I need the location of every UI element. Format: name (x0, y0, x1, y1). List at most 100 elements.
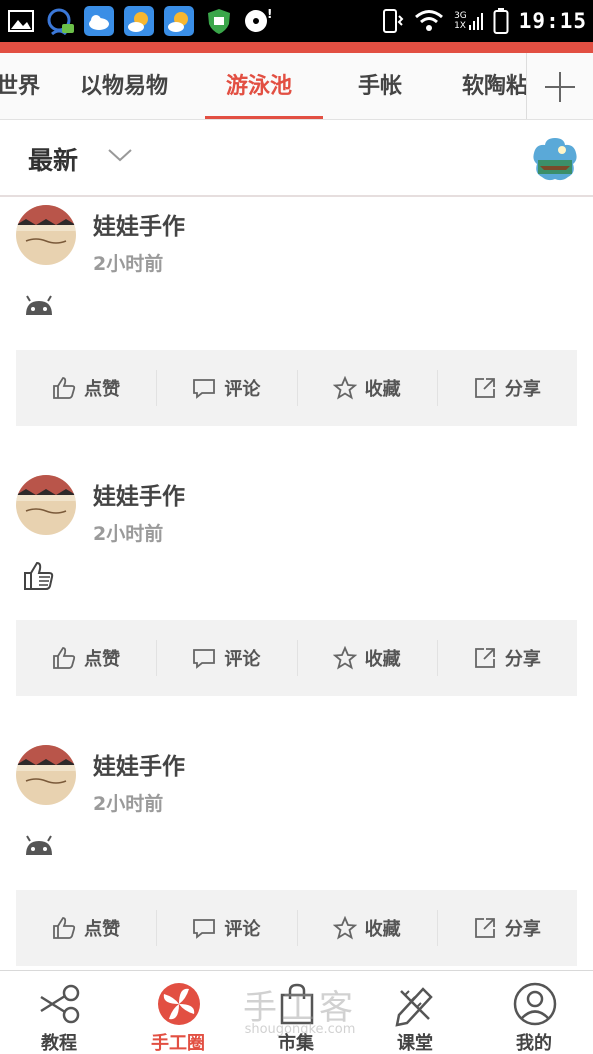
status-indicators: 3G 1X 19:15 (380, 0, 587, 42)
header-accent-bar (0, 42, 593, 53)
like-label: 点赞 (84, 379, 121, 400)
share-icon (474, 648, 495, 668)
network-3g-label: 3G (454, 11, 467, 21)
user-icon (513, 982, 557, 1026)
like-button[interactable]: 点赞 (16, 890, 156, 966)
author-avatar[interactable] (16, 475, 76, 535)
share-icon (474, 918, 495, 938)
share-label: 分享 (504, 919, 541, 940)
nav-craft-circle-label: 手工圈 (151, 1033, 205, 1054)
favorite-label: 收藏 (364, 649, 401, 670)
wifi-icon (415, 10, 444, 31)
author-name[interactable]: 娃娃手作 (93, 747, 185, 781)
author-name[interactable]: 娃娃手作 (93, 207, 185, 241)
vibrate-icon (383, 9, 404, 33)
media-disc-icon: ! (242, 6, 272, 36)
comment-button[interactable]: 评论 (156, 890, 296, 966)
gallery-icon (6, 6, 36, 36)
share-button[interactable]: 分享 (436, 890, 577, 966)
sort-dropdown-label[interactable]: 最新 (28, 141, 78, 177)
post-card: 娃娃手作 2小时前 点赞 评论 收藏 分享 (0, 197, 593, 447)
post-action-bar: 点赞 评论 收藏 分享 (16, 890, 577, 966)
nav-profile-label: 我的 (516, 1033, 552, 1054)
weather-app-icon (84, 6, 114, 36)
nav-classroom-label: 课堂 (397, 1033, 433, 1054)
comment-button[interactable]: 评论 (156, 350, 296, 426)
tab-journal[interactable]: 手帐 (358, 53, 402, 119)
active-tab-indicator (205, 116, 323, 119)
current-user-avatar[interactable] (532, 136, 578, 186)
comment-label: 评论 (224, 379, 261, 400)
share-button[interactable]: 分享 (436, 350, 577, 426)
share-button[interactable]: 分享 (436, 620, 577, 696)
svg-text:!: ! (267, 7, 272, 21)
android-emoji-icon (22, 835, 56, 863)
nav-market[interactable]: 市集 (251, 971, 341, 1054)
post-time: 2小时前 (93, 523, 164, 545)
nav-tutorials[interactable]: 教程 (14, 971, 104, 1054)
favorite-label: 收藏 (364, 379, 401, 400)
category-tabs: 世界 以物易物 游泳池 手帐 软陶粘 (0, 53, 593, 120)
thumbs-up-icon (53, 377, 76, 399)
battery-icon (493, 8, 509, 34)
post-action-bar: 点赞 评论 收藏 分享 (16, 350, 577, 426)
android-emoji-icon (22, 295, 56, 323)
like-label: 点赞 (84, 649, 121, 670)
tab-polymer-clay[interactable]: 软陶粘 (462, 53, 528, 119)
favorite-button[interactable]: 收藏 (296, 620, 437, 696)
author-avatar[interactable] (16, 745, 76, 805)
favorite-button[interactable]: 收藏 (296, 890, 437, 966)
author-name[interactable]: 娃娃手作 (93, 477, 185, 511)
sort-filter-bar: 最新 (0, 121, 593, 197)
star-icon (332, 646, 357, 670)
security-shield-icon (204, 6, 234, 36)
nav-profile[interactable]: 我的 (489, 971, 579, 1054)
nav-craft-circle[interactable]: 手工圈 (133, 971, 223, 1054)
like-label: 点赞 (84, 919, 121, 940)
nav-tutorials-label: 教程 (41, 1033, 77, 1054)
network-1x-label: 1X (454, 21, 466, 31)
thumbs-up-icon (53, 917, 76, 939)
thumbs-up-icon (53, 647, 76, 669)
add-category-button[interactable] (526, 53, 593, 119)
network-indicator: 3G 1X (454, 11, 483, 31)
comment-label: 评论 (224, 649, 261, 670)
comment-icon (193, 649, 216, 669)
like-button[interactable]: 点赞 (16, 620, 156, 696)
nav-market-label: 市集 (278, 1033, 314, 1054)
tab-world[interactable]: 世界 (0, 53, 40, 119)
comment-icon (193, 919, 216, 939)
tab-swimming-pool[interactable]: 游泳池 (226, 53, 292, 119)
clock: 19:15 (518, 9, 587, 33)
nav-classroom[interactable]: 课堂 (370, 971, 460, 1054)
weather-sun-icon (124, 6, 154, 36)
post-action-bar: 点赞 评论 收藏 分享 (16, 620, 577, 696)
thumbs-up-emoji-icon (22, 561, 56, 595)
signal-icon (468, 13, 483, 30)
star-icon (332, 376, 357, 400)
assistant-app-icon (44, 6, 74, 36)
comment-label: 评论 (224, 919, 261, 940)
author-avatar[interactable] (16, 205, 76, 265)
post-time: 2小时前 (93, 793, 164, 815)
chevron-down-icon[interactable] (107, 147, 133, 163)
plus-icon (545, 71, 575, 102)
status-bar: ! 3G 1X 19:15 (0, 0, 593, 42)
favorite-label: 收藏 (364, 919, 401, 940)
pinwheel-icon (158, 983, 200, 1025)
pencil-ruler-icon (395, 987, 433, 1027)
share-label: 分享 (504, 649, 541, 670)
favorite-button[interactable]: 收藏 (296, 350, 437, 426)
tab-barter[interactable]: 以物易物 (80, 53, 168, 119)
shopping-bag-icon (280, 983, 314, 1025)
scissors-icon (40, 984, 80, 1024)
comment-icon (193, 379, 216, 399)
post-time: 2小时前 (93, 253, 164, 275)
share-icon (474, 378, 495, 398)
post-card: 娃娃手作 2小时前 点赞 评论 收藏 分享 (0, 467, 593, 717)
like-button[interactable]: 点赞 (16, 350, 156, 426)
post-card: 娃娃手作 2小时前 点赞 评论 收藏 分享 (0, 737, 593, 987)
weather-sun-icon-2 (164, 6, 194, 36)
bottom-navigation: 教程 手工圈 市集 课堂 我的 (0, 970, 593, 1054)
comment-button[interactable]: 评论 (156, 620, 296, 696)
